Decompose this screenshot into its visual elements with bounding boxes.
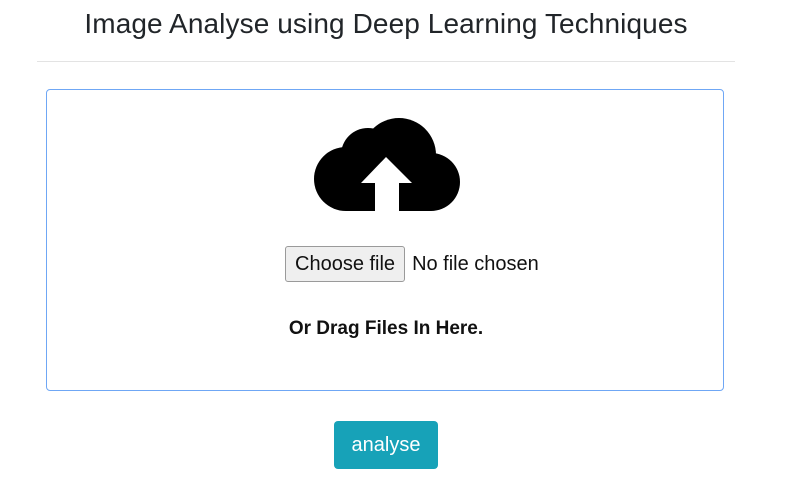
drag-files-hint: Or Drag Files In Here. [288,318,484,339]
choose-file-button[interactable]: Choose file [285,246,406,282]
page-title: Image Analyse using Deep Learning Techni… [84,8,688,39]
title-divider [37,61,735,62]
file-input[interactable]: Choose file No file chosen [285,246,539,282]
file-status-text: No file chosen [412,252,539,275]
page: Image Analyse using Deep Learning Techni… [0,0,800,482]
analyse-button[interactable]: analyse [334,421,438,469]
cloud-upload-icon [314,118,460,213]
